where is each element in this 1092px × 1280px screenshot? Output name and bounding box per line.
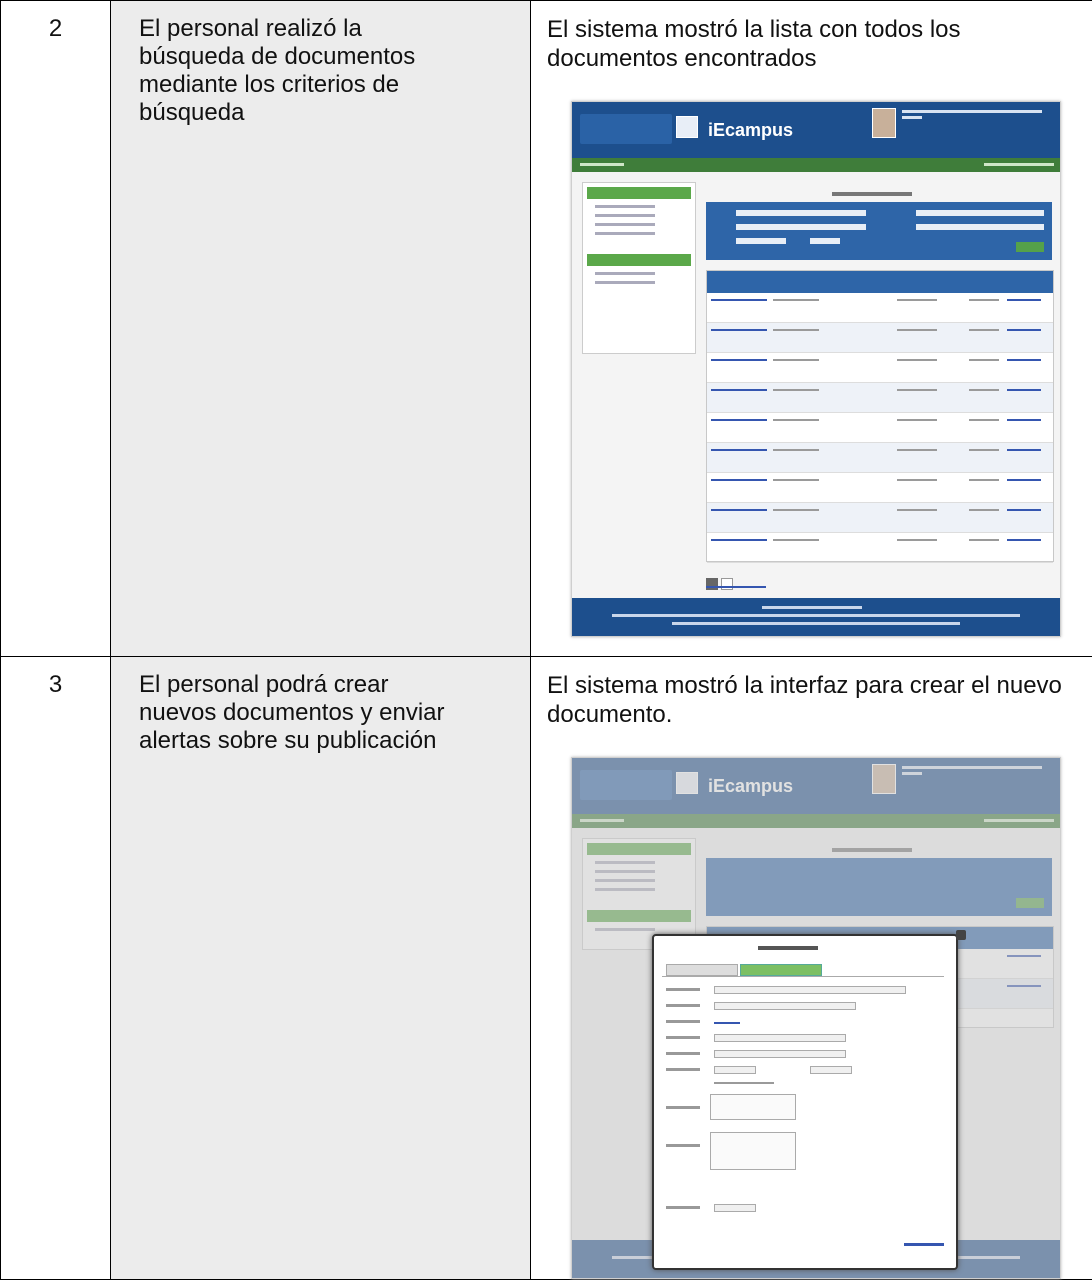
tab-alerts[interactable] — [740, 964, 822, 976]
action-line: alertas sobre su publicación — [139, 727, 518, 755]
brand-name: iEcampus — [708, 116, 793, 145]
document-list-screenshot: iEcampus — [571, 101, 1061, 637]
grid-header — [707, 271, 1053, 293]
table-row — [707, 353, 1053, 383]
date-field[interactable] — [714, 1066, 756, 1074]
program-select[interactable] — [714, 1002, 856, 1010]
action-line: nuevos documentos y enviar — [139, 699, 518, 727]
table-row — [707, 533, 1053, 563]
page-button[interactable] — [706, 578, 718, 590]
steps-table: 2 El personal realizó la búsqueda de doc… — [0, 0, 1092, 1280]
search-filters — [706, 202, 1052, 260]
file-field[interactable] — [714, 1204, 756, 1212]
type-select[interactable] — [714, 1034, 846, 1042]
table-row — [707, 383, 1053, 413]
documents-grid — [706, 270, 1054, 562]
step-number: 2 — [1, 1, 111, 657]
step-result: El sistema mostró la interfaz para crear… — [531, 657, 1092, 1280]
result-text: El sistema mostró la lista con todos los… — [547, 15, 1084, 73]
table-row — [707, 413, 1053, 443]
step-action: El personal podrá crear nuevos documento… — [111, 657, 531, 1280]
institution-select[interactable] — [714, 986, 906, 994]
table-row: 3 El personal podrá crear nuevos documen… — [1, 657, 1092, 1280]
table-row — [707, 293, 1053, 323]
close-icon[interactable] — [956, 930, 966, 940]
action-line: El personal realizó la — [139, 15, 518, 43]
table-row — [707, 323, 1053, 353]
action-line: mediante los criterios de — [139, 71, 518, 99]
result-text: El sistema mostró la interfaz para crear… — [547, 671, 1084, 729]
action-line: búsqueda — [139, 99, 518, 127]
save-cancel-links[interactable] — [904, 1243, 944, 1246]
step-result: El sistema mostró la lista con todos los… — [531, 1, 1092, 657]
action-line: El personal podrá crear — [139, 671, 518, 699]
status-select[interactable] — [714, 1050, 846, 1058]
publish-link[interactable] — [714, 1022, 740, 1024]
table-row — [707, 503, 1053, 533]
description-textarea[interactable] — [710, 1132, 796, 1170]
user-role — [902, 116, 922, 119]
new-document-link[interactable] — [706, 586, 766, 588]
name-textarea[interactable] — [710, 1094, 796, 1120]
new-document-dialog — [652, 934, 958, 1270]
dialog-title — [758, 946, 818, 950]
step-number: 3 — [1, 657, 111, 1280]
sidebar-menu — [582, 182, 696, 354]
step-action: El personal realizó la búsqueda de docum… — [111, 1, 531, 657]
avatar — [872, 108, 896, 138]
logo-icon — [676, 116, 698, 138]
table-row — [707, 473, 1053, 503]
user-name — [902, 110, 1042, 113]
new-document-screenshot: iEcampus — [571, 757, 1061, 1279]
sub-bar — [572, 158, 1060, 172]
action-line: búsqueda de documentos — [139, 43, 518, 71]
app-header: iEcampus — [572, 102, 1060, 158]
table-row — [707, 443, 1053, 473]
table-row: 2 El personal realizó la búsqueda de doc… — [1, 1, 1092, 657]
page-button[interactable] — [721, 578, 733, 590]
institute-logo — [580, 114, 672, 144]
time-field[interactable] — [810, 1066, 852, 1074]
app-footer — [572, 598, 1060, 636]
tab-document-data[interactable] — [666, 964, 738, 976]
pagination — [706, 568, 736, 597]
section-title — [832, 192, 912, 196]
search-button[interactable] — [1016, 242, 1044, 252]
